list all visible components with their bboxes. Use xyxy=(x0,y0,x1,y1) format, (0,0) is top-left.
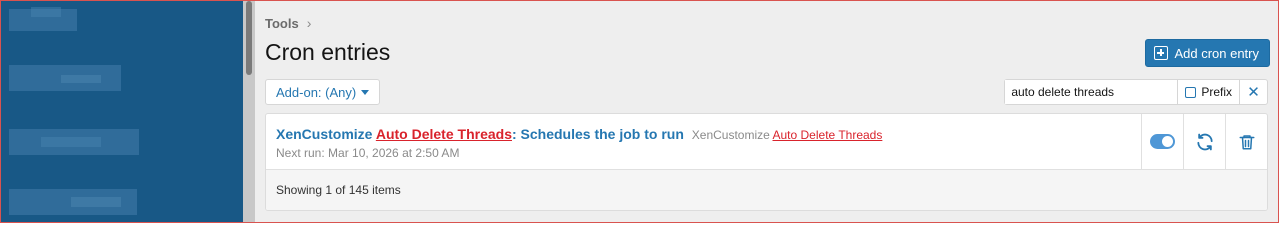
addon-filter-dropdown[interactable]: Add-on: (Any) xyxy=(265,79,381,105)
breadcrumb: Tools › xyxy=(265,15,311,31)
entry-title-suffix: : Schedules the job to run xyxy=(511,126,684,142)
main-content: Tools › Cron entries Add cron entry Add-… xyxy=(255,1,1278,222)
trash-icon[interactable] xyxy=(1238,132,1256,152)
entry-delete-cell[interactable] xyxy=(1225,114,1267,169)
filter-search-group: Prefix ✕ xyxy=(1004,79,1268,105)
item-count-status: Showing 1 of 145 items xyxy=(276,183,401,197)
entry-rerun-cell[interactable] xyxy=(1183,114,1225,169)
filter-search-input[interactable] xyxy=(1005,80,1178,104)
entry-title-prefix: XenCustomize xyxy=(276,126,376,142)
enabled-toggle[interactable] xyxy=(1150,134,1175,149)
entry-title-highlight: Auto Delete Threads xyxy=(375,126,512,142)
list-footer: Showing 1 of 145 items xyxy=(266,170,1267,210)
entry-addon-tag: XenCustomize Auto Delete Threads xyxy=(692,128,883,142)
entry-main[interactable]: XenCustomize Auto Delete Threads: Schedu… xyxy=(266,114,1141,169)
checkbox-icon[interactable] xyxy=(1185,86,1197,98)
entry-addon-prefix: XenCustomize xyxy=(691,128,773,142)
caret-down-icon xyxy=(361,89,370,95)
close-icon: ✕ xyxy=(1247,84,1260,101)
cron-entry-list: XenCustomize Auto Delete Threads: Schedu… xyxy=(265,113,1268,211)
clear-filter-button[interactable]: ✕ xyxy=(1239,80,1267,104)
sidebar-scrollbar[interactable] xyxy=(243,1,255,222)
addon-filter-label: Add-on: (Any) xyxy=(276,84,357,100)
sidebar xyxy=(1,1,243,222)
page-title: Cron entries xyxy=(265,39,391,65)
chevron-right-icon: › xyxy=(306,15,312,31)
entry-title[interactable]: XenCustomize Auto Delete Threads: Schedu… xyxy=(276,126,1131,142)
add-cron-entry-button[interactable]: Add cron entry xyxy=(1145,39,1270,67)
list-item: XenCustomize Auto Delete Threads: Schedu… xyxy=(266,114,1267,170)
plus-square-icon xyxy=(1154,46,1169,60)
entry-next-run: Next run: Mar 10, 2026 at 2:50 AM xyxy=(276,146,460,160)
entry-addon-highlight: Auto Delete Threads xyxy=(772,128,883,142)
add-cron-entry-label: Add cron entry xyxy=(1174,45,1259,61)
prefix-checkbox[interactable]: Prefix xyxy=(1177,80,1239,104)
prefix-label: Prefix xyxy=(1201,85,1232,99)
app-window: Tools › Cron entries Add cron entry Add-… xyxy=(0,0,1279,223)
refresh-icon[interactable] xyxy=(1195,132,1215,152)
entry-toggle-cell[interactable] xyxy=(1141,114,1183,169)
breadcrumb-tools[interactable]: Tools xyxy=(265,16,299,31)
scrollbar-thumb[interactable] xyxy=(246,1,252,75)
